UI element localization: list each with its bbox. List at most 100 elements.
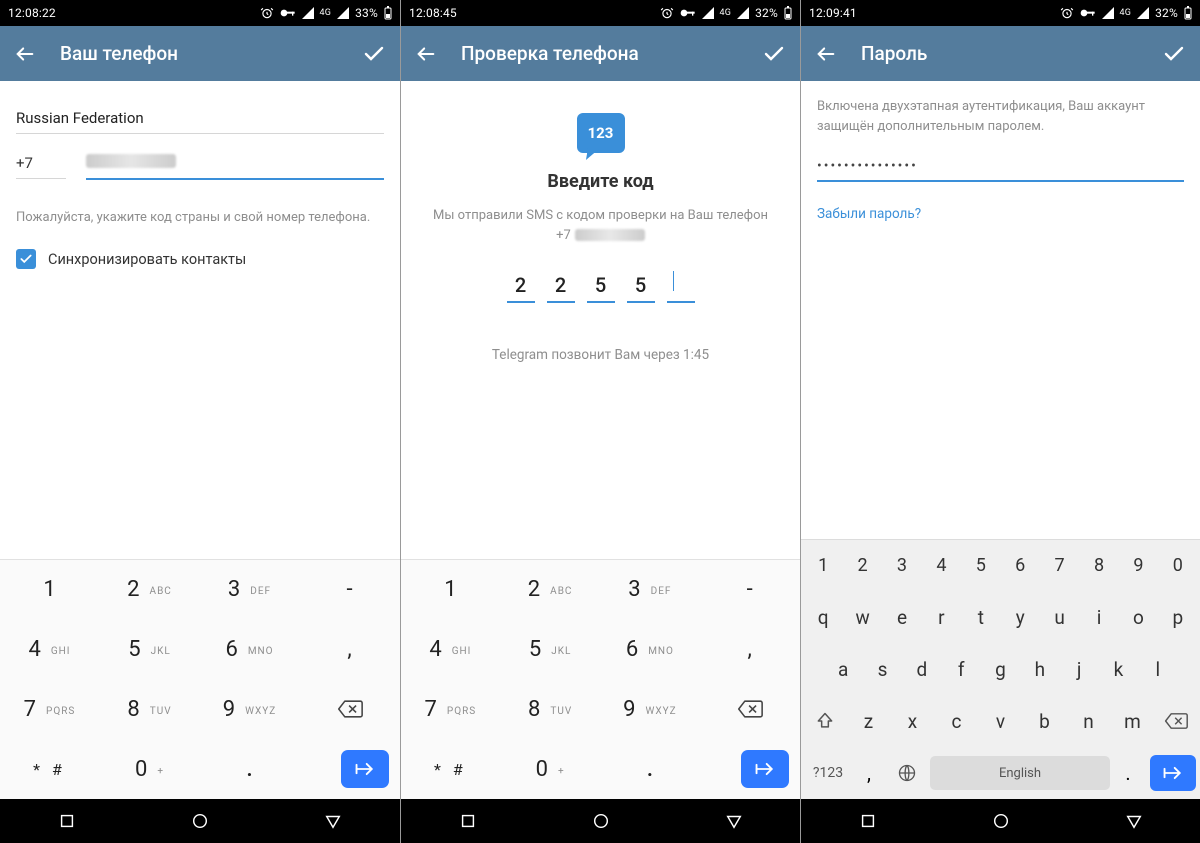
backspace-key[interactable]	[700, 680, 800, 740]
keyboard-key[interactable]: h	[1022, 650, 1058, 689]
password-input[interactable]: •••••••••••••••	[817, 158, 1184, 182]
keyboard-key[interactable]: q	[805, 598, 841, 637]
keypad-key[interactable]: 4GHI	[401, 620, 501, 680]
keyboard-key[interactable]: i	[1081, 598, 1117, 637]
keypad-key[interactable]: 8TUV	[100, 680, 200, 740]
globe-icon[interactable]	[887, 763, 927, 783]
keyboard-key[interactable]: m	[1112, 702, 1153, 741]
phone-number-input[interactable]	[86, 154, 384, 180]
keyboard-key[interactable]: w	[844, 598, 880, 637]
keyboard-key[interactable]: e	[884, 598, 920, 637]
keyboard-key[interactable]: 2	[844, 547, 880, 584]
keyboard-key[interactable]: 8	[1081, 547, 1117, 584]
keyboard-key[interactable]: o	[1120, 598, 1156, 637]
keyboard-key[interactable]: b	[1024, 702, 1065, 741]
keypad-key[interactable]: .	[601, 739, 701, 799]
keypad-key[interactable]: ,	[300, 620, 400, 680]
keypad-key[interactable]: 2ABC	[100, 560, 200, 620]
spacebar[interactable]: English	[930, 756, 1110, 790]
back-button[interactable]	[14, 43, 40, 65]
keyboard-key[interactable]: s	[864, 650, 900, 689]
back-button[interactable]	[415, 43, 441, 65]
keypad-key[interactable]: 8TUV	[501, 680, 601, 740]
forgot-password-link[interactable]: Забыли пароль?	[817, 206, 1184, 222]
nav-home-icon[interactable]	[992, 812, 1010, 830]
back-button[interactable]	[815, 43, 841, 65]
confirm-button[interactable]	[1160, 42, 1186, 66]
shift-key[interactable]	[805, 711, 845, 731]
period-key[interactable]: .	[1113, 761, 1143, 785]
keyboard-key[interactable]: c	[936, 702, 977, 741]
country-code-input[interactable]: +7	[16, 154, 66, 179]
keypad-key[interactable]: 5JKL	[501, 620, 601, 680]
keypad-key[interactable]: 3DEF	[601, 560, 701, 620]
keypad-key[interactable]: 7PQRS	[401, 680, 501, 740]
keypad-key[interactable]: * #	[0, 739, 100, 799]
keypad-key[interactable]: * #	[401, 739, 501, 799]
keyboard-key[interactable]: v	[980, 702, 1021, 741]
keyboard-key[interactable]: 5	[963, 547, 999, 584]
keyboard-key[interactable]: 3	[884, 547, 920, 584]
enter-key[interactable]	[700, 739, 800, 799]
keyboard-key[interactable]: d	[904, 650, 940, 689]
code-digit[interactable]: 5	[627, 273, 655, 303]
keypad-key[interactable]: 0+	[100, 739, 200, 799]
nav-recent-icon[interactable]	[324, 812, 342, 830]
symbols-key[interactable]: ?123	[805, 765, 851, 781]
confirm-button[interactable]	[760, 42, 786, 66]
keyboard-key[interactable]: p	[1160, 598, 1196, 637]
keypad-key[interactable]: 5JKL	[100, 620, 200, 680]
keypad-key[interactable]: ,	[700, 620, 800, 680]
nav-back-icon[interactable]	[859, 812, 877, 830]
keypad-key[interactable]: -	[700, 560, 800, 620]
keypad-key[interactable]: 7PQRS	[0, 680, 100, 740]
keypad-key[interactable]: 9WXYZ	[200, 680, 300, 740]
code-digit[interactable]: 2	[507, 273, 535, 303]
keypad-key[interactable]: 9WXYZ	[601, 680, 701, 740]
keyboard-key[interactable]: n	[1068, 702, 1109, 741]
keypad-key[interactable]: 2ABC	[501, 560, 601, 620]
keyboard-key[interactable]: g	[982, 650, 1018, 689]
keyboard-key[interactable]: k	[1100, 650, 1136, 689]
backspace-key[interactable]	[1156, 712, 1196, 730]
keypad-key[interactable]: 0+	[501, 739, 601, 799]
keypad-key[interactable]: 3DEF	[200, 560, 300, 620]
keyboard-key[interactable]: 6	[1002, 547, 1038, 584]
keyboard-key[interactable]: y	[1002, 598, 1038, 637]
enter-key[interactable]	[300, 739, 400, 799]
code-input[interactable]: 2 2 5 5	[417, 273, 784, 303]
keyboard-key[interactable]: x	[892, 702, 933, 741]
nav-back-icon[interactable]	[459, 812, 477, 830]
backspace-key[interactable]	[300, 680, 400, 740]
enter-key[interactable]	[1150, 755, 1196, 791]
keypad-key[interactable]: .	[200, 739, 300, 799]
keyboard-key[interactable]: j	[1061, 650, 1097, 689]
keyboard-key[interactable]: 4	[923, 547, 959, 584]
code-digit[interactable]: 5	[587, 273, 615, 303]
keyboard-key[interactable]: f	[943, 650, 979, 689]
code-digit[interactable]	[667, 273, 695, 303]
keypad-key[interactable]: 6MNO	[601, 620, 701, 680]
keyboard-key[interactable]: r	[923, 598, 959, 637]
keypad-key[interactable]: -	[300, 560, 400, 620]
keypad-key[interactable]: 4GHI	[0, 620, 100, 680]
keyboard-key[interactable]: 0	[1160, 547, 1196, 584]
sync-contacts-checkbox[interactable]	[16, 249, 36, 269]
keyboard-key[interactable]: a	[825, 650, 861, 689]
comma-key[interactable]: ,	[854, 761, 884, 785]
confirm-button[interactable]	[360, 42, 386, 66]
nav-back-icon[interactable]	[58, 812, 76, 830]
keypad-key[interactable]: 6MNO	[200, 620, 300, 680]
keyboard-key[interactable]: u	[1041, 598, 1077, 637]
keyboard-key[interactable]: 9	[1120, 547, 1156, 584]
keypad-key[interactable]: 1	[0, 560, 100, 620]
country-selector[interactable]: Russian Federation	[16, 97, 384, 134]
keyboard-key[interactable]: 1	[805, 547, 841, 584]
keyboard-key[interactable]: 7	[1041, 547, 1077, 584]
code-digit[interactable]: 2	[547, 273, 575, 303]
nav-recent-icon[interactable]	[725, 812, 743, 830]
keyboard-key[interactable]: t	[963, 598, 999, 637]
nav-home-icon[interactable]	[592, 812, 610, 830]
keyboard-key[interactable]: z	[848, 702, 889, 741]
keypad-key[interactable]: 1	[401, 560, 501, 620]
